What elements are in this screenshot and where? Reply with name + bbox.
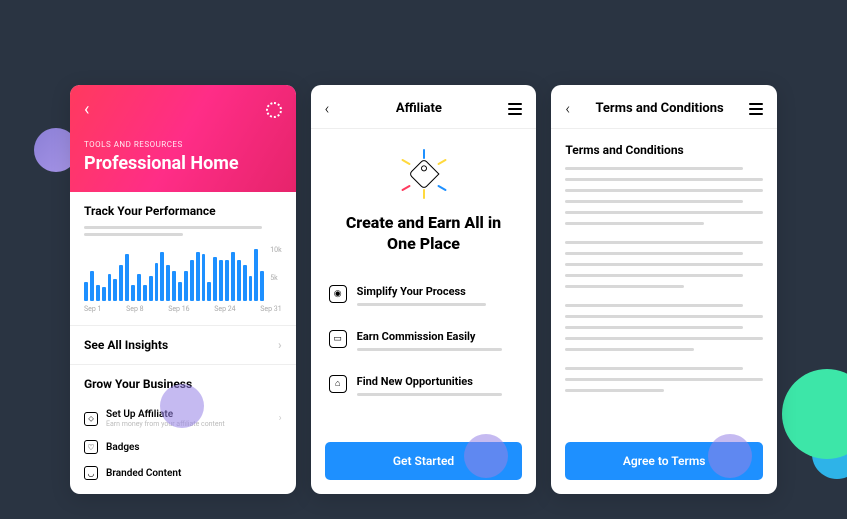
page-title: Terms and Conditions — [595, 101, 723, 116]
performance-section: Track Your Performance 10k 5k Sep 1 Sep … — [70, 192, 296, 325]
hero-title: Create and Earn All in One Place — [335, 213, 513, 255]
highlight-marker — [708, 434, 752, 478]
hero-section: Create and Earn All in One Place — [311, 129, 537, 275]
section-title: Track Your Performance — [84, 204, 282, 218]
paragraph-skeleton — [565, 241, 763, 292]
link-label: See All Insights — [84, 338, 168, 352]
bar — [137, 274, 141, 302]
bar — [155, 263, 159, 302]
x-tick: Sep 24 — [214, 305, 235, 313]
y-tick: 10k — [270, 246, 281, 254]
affiliate-card: ‹ Affiliate Create and Earn All in One P… — [311, 85, 537, 494]
bar — [237, 260, 241, 301]
paragraph-skeleton — [565, 167, 763, 229]
bar — [90, 271, 94, 301]
user-icon: ◡ — [84, 466, 98, 480]
header-eyebrow: TOOLS AND RESOURCES — [84, 140, 282, 149]
bar — [102, 287, 106, 301]
menu-icon[interactable] — [508, 103, 522, 115]
page-title: Professional Home — [84, 153, 282, 174]
feature-item: ⌂ Find New Opportunities — [329, 365, 519, 410]
bar — [125, 254, 129, 301]
x-tick: Sep 1 — [84, 305, 101, 313]
skeleton-line — [357, 393, 503, 396]
feature-item: ▭ Earn Commission Easily — [329, 320, 519, 365]
bar — [184, 271, 188, 301]
bar — [84, 282, 88, 301]
bar — [131, 285, 135, 302]
paragraph-skeleton — [565, 367, 763, 396]
bar — [143, 285, 147, 302]
bar — [202, 254, 206, 301]
feature-label: Find New Opportunities — [357, 375, 519, 388]
feature-label: Earn Commission Easily — [357, 330, 519, 343]
branded-content-item[interactable]: ◡ Branded Content — [70, 460, 296, 494]
x-tick: Sep 16 — [168, 305, 189, 313]
menu-icon[interactable] — [749, 103, 763, 115]
bar — [254, 249, 258, 301]
bar — [149, 276, 153, 301]
item-label: Badges — [106, 442, 282, 453]
chevron-right-icon: › — [278, 338, 282, 352]
sparkle-tag-icon — [399, 149, 449, 199]
paragraph-skeleton — [565, 304, 763, 355]
bar — [108, 274, 112, 302]
back-button[interactable]: ‹ — [565, 99, 570, 118]
page-title: Affiliate — [396, 101, 442, 116]
bar-chart: 10k 5k — [84, 246, 282, 301]
bar — [243, 265, 247, 301]
bar — [166, 265, 170, 301]
bar — [225, 260, 229, 301]
bar — [119, 265, 123, 301]
highlight-marker — [464, 434, 508, 478]
settings-icon[interactable] — [266, 102, 282, 118]
bar — [196, 252, 200, 302]
bar — [219, 260, 223, 301]
bar — [231, 252, 235, 302]
bar — [178, 282, 182, 301]
tag-icon: ⬦ — [84, 412, 98, 426]
x-tick: Sep 8 — [126, 305, 143, 313]
skeleton-line — [357, 303, 486, 306]
feature-list: ◉ Simplify Your Process ▭ Earn Commissio… — [311, 275, 537, 410]
skeleton-line — [84, 233, 183, 236]
back-button[interactable]: ‹ — [325, 99, 330, 118]
badge-icon: ♡ — [84, 440, 98, 454]
back-button[interactable]: ‹ — [84, 99, 89, 120]
terms-card: ‹ Terms and Conditions Terms and Conditi… — [551, 85, 777, 494]
skeleton-line — [357, 348, 503, 351]
bar — [249, 276, 253, 301]
professional-home-card: ‹ TOOLS AND RESOURCES Professional Home … — [70, 85, 296, 494]
bar — [172, 271, 176, 301]
chevron-right-icon: › — [279, 413, 282, 424]
plain-header: ‹ Affiliate — [311, 85, 537, 129]
bar — [96, 285, 100, 302]
bar — [190, 260, 194, 301]
bar — [160, 252, 164, 302]
highlight-marker — [160, 384, 204, 428]
see-all-insights-link[interactable]: See All Insights › — [70, 326, 296, 364]
y-tick: 5k — [270, 274, 281, 282]
plain-header: ‹ Terms and Conditions — [551, 85, 777, 129]
content-title: Terms and Conditions — [565, 143, 763, 157]
feature-item: ◉ Simplify Your Process — [329, 275, 519, 320]
badges-item[interactable]: ♡ Badges — [70, 434, 296, 460]
bar — [207, 282, 211, 301]
feature-label: Simplify Your Process — [357, 285, 519, 298]
skeleton-line — [84, 226, 262, 229]
shop-icon: ⌂ — [329, 375, 347, 393]
money-icon: ▭ — [329, 330, 347, 348]
item-label: Branded Content — [106, 468, 282, 479]
gradient-header: ‹ TOOLS AND RESOURCES Professional Home — [70, 85, 296, 192]
x-tick: Sep 31 — [260, 305, 281, 313]
bar — [213, 257, 217, 301]
terms-content: Terms and Conditions — [551, 129, 777, 442]
instagram-icon: ◉ — [329, 285, 347, 303]
bar — [113, 279, 117, 301]
bar — [260, 271, 264, 301]
